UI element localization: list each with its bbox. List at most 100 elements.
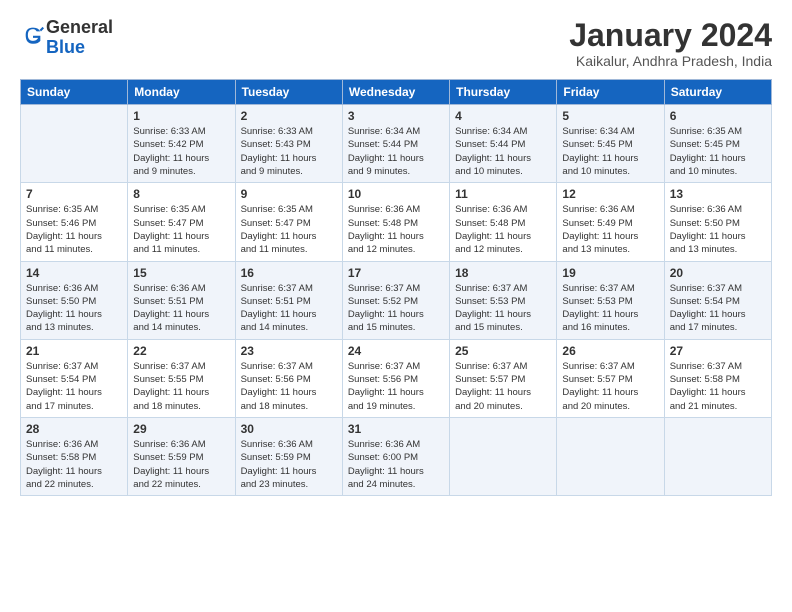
cell-info: Sunrise: 6:35 AM Sunset: 5:46 PM Dayligh… [26, 203, 122, 256]
cell-info: Sunrise: 6:34 AM Sunset: 5:44 PM Dayligh… [348, 125, 444, 178]
week-row-0: 1Sunrise: 6:33 AM Sunset: 5:42 PM Daylig… [21, 105, 772, 183]
cell-info: Sunrise: 6:36 AM Sunset: 5:58 PM Dayligh… [26, 438, 122, 491]
calendar-cell: 19 Sunrise: 6:37 AM Sunset: 5:53 PM Dayli… [557, 261, 664, 339]
cell-info: Sunrise: 6:37 AM Sunset: 5:52 PM Dayligh… [348, 282, 444, 335]
calendar-cell: 20 Sunrise: 6:37 AM Sunset: 5:54 PM Dayli… [664, 261, 771, 339]
calendar-cell [557, 417, 664, 495]
calendar-cell: 29Sunrise: 6:36 AM Sunset: 5:59 PM Dayli… [128, 417, 235, 495]
header-thursday: Thursday [450, 80, 557, 105]
calendar-cell: 2 Sunrise: 6:33 AM Sunset: 5:43 PM Daylig… [235, 105, 342, 183]
day-number: 7 [26, 187, 122, 201]
day-number: 25 [455, 344, 551, 358]
cell-info: Sunrise: 6:37 AM Sunset: 5:53 PM Dayligh… [455, 282, 551, 335]
day-number: 3 [348, 109, 444, 123]
calendar-cell: 8 Sunrise: 6:35 AM Sunset: 5:47 PM Daylig… [128, 183, 235, 261]
logo-text: General Blue [46, 18, 113, 58]
day-number: 24 [348, 344, 444, 358]
cell-info: Sunrise: 6:35 AM Sunset: 5:47 PM Dayligh… [133, 203, 229, 256]
day-number: 19 [562, 266, 658, 280]
calendar-cell [664, 417, 771, 495]
cell-info: Sunrise: 6:37 AM Sunset: 5:54 PM Dayligh… [26, 360, 122, 413]
logo-general: General [46, 17, 113, 37]
month-title: January 2024 [569, 18, 772, 53]
day-number: 6 [670, 109, 766, 123]
calendar-cell: 9 Sunrise: 6:35 AM Sunset: 5:47 PM Daylig… [235, 183, 342, 261]
calendar-table: SundayMondayTuesdayWednesdayThursdayFrid… [20, 79, 772, 496]
cell-info: Sunrise: 6:37 AM Sunset: 5:56 PM Dayligh… [348, 360, 444, 413]
title-block: January 2024 Kaikalur, Andhra Pradesh, I… [569, 18, 772, 69]
calendar-cell: 1Sunrise: 6:33 AM Sunset: 5:42 PM Daylig… [128, 105, 235, 183]
cell-info: Sunrise: 6:33 AM Sunset: 5:43 PM Dayligh… [241, 125, 337, 178]
day-number: 8 [133, 187, 229, 201]
cell-info: Sunrise: 6:36 AM Sunset: 5:49 PM Dayligh… [562, 203, 658, 256]
cell-info: Sunrise: 6:37 AM Sunset: 5:57 PM Dayligh… [455, 360, 551, 413]
day-number: 2 [241, 109, 337, 123]
calendar-cell: 4Sunrise: 6:34 AM Sunset: 5:44 PM Daylig… [450, 105, 557, 183]
calendar-cell: 24 Sunrise: 6:37 AM Sunset: 5:56 PM Dayli… [342, 339, 449, 417]
day-number: 31 [348, 422, 444, 436]
cell-info: Sunrise: 6:36 AM Sunset: 5:48 PM Dayligh… [455, 203, 551, 256]
calendar-cell: 25 Sunrise: 6:37 AM Sunset: 5:57 PM Dayli… [450, 339, 557, 417]
cell-info: Sunrise: 6:37 AM Sunset: 5:53 PM Dayligh… [562, 282, 658, 335]
day-number: 9 [241, 187, 337, 201]
header-saturday: Saturday [664, 80, 771, 105]
day-number: 11 [455, 187, 551, 201]
cell-info: Sunrise: 6:35 AM Sunset: 5:45 PM Dayligh… [670, 125, 766, 178]
calendar-cell [450, 417, 557, 495]
calendar-cell: 7 Sunrise: 6:35 AM Sunset: 5:46 PM Daylig… [21, 183, 128, 261]
calendar-cell: 6 Sunrise: 6:35 AM Sunset: 5:45 PM Daylig… [664, 105, 771, 183]
week-row-4: 28 Sunrise: 6:36 AM Sunset: 5:58 PM Dayli… [21, 417, 772, 495]
cell-info: Sunrise: 6:36 AM Sunset: 5:48 PM Dayligh… [348, 203, 444, 256]
calendar-cell: 30Sunrise: 6:36 AM Sunset: 5:59 PM Dayli… [235, 417, 342, 495]
location: Kaikalur, Andhra Pradesh, India [569, 53, 772, 69]
day-number: 10 [348, 187, 444, 201]
day-number: 28 [26, 422, 122, 436]
calendar-cell: 16 Sunrise: 6:37 AM Sunset: 5:51 PM Dayli… [235, 261, 342, 339]
calendar-cell: 18 Sunrise: 6:37 AM Sunset: 5:53 PM Dayli… [450, 261, 557, 339]
cell-info: Sunrise: 6:34 AM Sunset: 5:45 PM Dayligh… [562, 125, 658, 178]
calendar-cell: 26 Sunrise: 6:37 AM Sunset: 5:57 PM Dayli… [557, 339, 664, 417]
day-number: 23 [241, 344, 337, 358]
header-tuesday: Tuesday [235, 80, 342, 105]
cell-info: Sunrise: 6:37 AM Sunset: 5:51 PM Dayligh… [241, 282, 337, 335]
page: General Blue January 2024 Kaikalur, Andh… [0, 0, 792, 506]
day-number: 26 [562, 344, 658, 358]
day-number: 16 [241, 266, 337, 280]
day-number: 20 [670, 266, 766, 280]
cell-info: Sunrise: 6:37 AM Sunset: 5:58 PM Dayligh… [670, 360, 766, 413]
cell-info: Sunrise: 6:37 AM Sunset: 5:54 PM Dayligh… [670, 282, 766, 335]
cell-info: Sunrise: 6:36 AM Sunset: 5:59 PM Dayligh… [241, 438, 337, 491]
day-number: 4 [455, 109, 551, 123]
day-number: 5 [562, 109, 658, 123]
cell-info: Sunrise: 6:36 AM Sunset: 5:50 PM Dayligh… [670, 203, 766, 256]
day-number: 27 [670, 344, 766, 358]
header-monday: Monday [128, 80, 235, 105]
cell-info: Sunrise: 6:35 AM Sunset: 5:47 PM Dayligh… [241, 203, 337, 256]
week-row-3: 21 Sunrise: 6:37 AM Sunset: 5:54 PM Dayli… [21, 339, 772, 417]
day-number: 1 [133, 109, 229, 123]
logo-icon [22, 24, 44, 46]
cell-info: Sunrise: 6:37 AM Sunset: 5:57 PM Dayligh… [562, 360, 658, 413]
calendar-cell [21, 105, 128, 183]
calendar-cell: 17 Sunrise: 6:37 AM Sunset: 5:52 PM Dayli… [342, 261, 449, 339]
calendar-cell: 14Sunrise: 6:36 AM Sunset: 5:50 PM Dayli… [21, 261, 128, 339]
calendar-cell: 12 Sunrise: 6:36 AM Sunset: 5:49 PM Dayli… [557, 183, 664, 261]
calendar-cell: 21 Sunrise: 6:37 AM Sunset: 5:54 PM Dayli… [21, 339, 128, 417]
day-number: 17 [348, 266, 444, 280]
header-sunday: Sunday [21, 80, 128, 105]
cell-info: Sunrise: 6:36 AM Sunset: 6:00 PM Dayligh… [348, 438, 444, 491]
logo-blue: Blue [46, 37, 85, 57]
day-number: 14 [26, 266, 122, 280]
cell-info: Sunrise: 6:37 AM Sunset: 5:55 PM Dayligh… [133, 360, 229, 413]
day-number: 12 [562, 187, 658, 201]
day-number: 22 [133, 344, 229, 358]
logo: General Blue [20, 18, 113, 58]
header-wednesday: Wednesday [342, 80, 449, 105]
calendar-cell: 22 Sunrise: 6:37 AM Sunset: 5:55 PM Dayli… [128, 339, 235, 417]
calendar-cell: 3 Sunrise: 6:34 AM Sunset: 5:44 PM Daylig… [342, 105, 449, 183]
day-number: 15 [133, 266, 229, 280]
day-number: 13 [670, 187, 766, 201]
calendar-cell: 28 Sunrise: 6:36 AM Sunset: 5:58 PM Dayli… [21, 417, 128, 495]
day-number: 18 [455, 266, 551, 280]
day-number: 21 [26, 344, 122, 358]
